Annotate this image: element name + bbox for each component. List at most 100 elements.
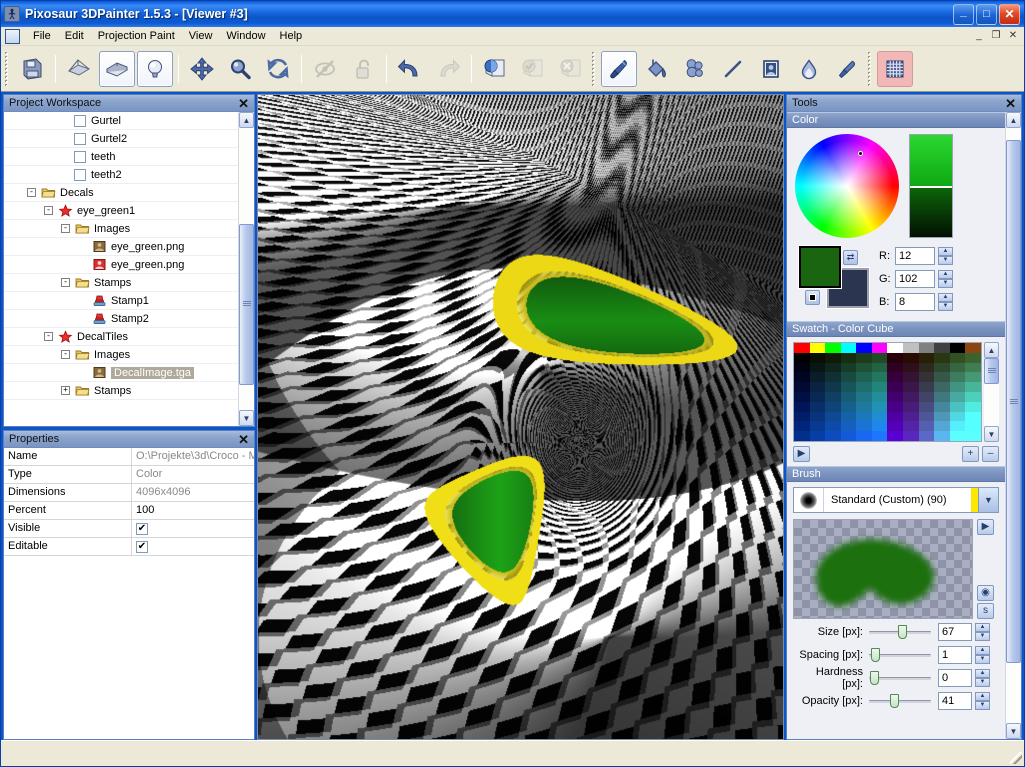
resize-grip-icon[interactable] xyxy=(1010,752,1022,764)
color-swatch-cell[interactable] xyxy=(887,363,903,373)
color-swatch-cell[interactable] xyxy=(810,372,826,382)
project-tree[interactable]: GurtelGurtel2teethteeth2-Decals-eye_gree… xyxy=(4,112,238,426)
color-swatch-cell[interactable] xyxy=(841,392,857,402)
color-swatch-cell[interactable] xyxy=(903,363,919,373)
color-swatch-cell[interactable] xyxy=(934,412,950,422)
tree-node[interactable]: +Stamps xyxy=(4,382,238,400)
color-swatch-cell[interactable] xyxy=(934,372,950,382)
color-swatch-cell[interactable] xyxy=(887,372,903,382)
tree-node[interactable]: teeth2 xyxy=(4,166,238,184)
color-swatch-cell[interactable] xyxy=(872,431,888,441)
size-stepper-up[interactable]: ▲ xyxy=(975,623,990,632)
tree-node[interactable]: -Stamps xyxy=(4,274,238,292)
color-swatch-cell[interactable] xyxy=(825,353,841,363)
color-swatch-cell[interactable] xyxy=(810,392,826,402)
menu-help[interactable]: Help xyxy=(273,28,310,44)
slider-thumb[interactable] xyxy=(870,671,879,685)
color-swatch-cell[interactable] xyxy=(903,372,919,382)
color-swatch-cell[interactable] xyxy=(872,421,888,431)
collapse-toggle-icon[interactable]: - xyxy=(61,224,70,233)
color-swatch-cell[interactable] xyxy=(950,431,966,441)
slider-thumb[interactable] xyxy=(898,625,907,639)
color-swatch-cell[interactable] xyxy=(950,353,966,363)
brush-options-icon[interactable]: ◉ xyxy=(977,585,994,601)
color-swatch-cell[interactable] xyxy=(950,412,966,422)
collapse-toggle-icon[interactable]: - xyxy=(27,188,36,197)
expand-toggle-icon[interactable]: + xyxy=(61,386,70,395)
brush-section-header[interactable]: Brush xyxy=(787,466,1005,482)
color-swatch-cell[interactable] xyxy=(887,402,903,412)
spacing-stepper[interactable]: ▲▼ xyxy=(975,646,990,664)
color-swatch-cell[interactable] xyxy=(841,431,857,441)
spacing-input[interactable]: 1 xyxy=(938,646,972,664)
color-swatch-cell[interactable] xyxy=(934,343,950,353)
color-wheel-cursor[interactable] xyxy=(858,151,863,156)
viewer-3-viewport[interactable] xyxy=(257,94,784,740)
collapse-toggle-icon[interactable]: - xyxy=(61,350,70,359)
color-swatch-cell[interactable] xyxy=(825,382,841,392)
color-swatch-cell[interactable] xyxy=(841,382,857,392)
color-swatch-cell[interactable] xyxy=(887,412,903,422)
red-input[interactable]: 12 xyxy=(895,247,935,265)
color-swatch-cell[interactable] xyxy=(872,382,888,392)
blur-tool-button[interactable] xyxy=(791,51,827,87)
color-swatch-cell[interactable] xyxy=(950,421,966,431)
tools-scrollbar[interactable]: ▲ ▼ xyxy=(1005,112,1021,739)
color-swatch-cell[interactable] xyxy=(887,343,903,353)
color-swatch-cell[interactable] xyxy=(856,353,872,363)
color-swatch-cell[interactable] xyxy=(856,431,872,441)
foreground-color-swatch[interactable] xyxy=(799,246,841,288)
new-layer-button[interactable] xyxy=(477,51,513,87)
project-tree-scrollbar[interactable]: ▲ ▼ xyxy=(238,112,254,426)
lock-button[interactable] xyxy=(345,51,381,87)
opacity-stepper-up[interactable]: ▲ xyxy=(975,692,990,701)
wireframe-view-button[interactable] xyxy=(61,51,97,87)
merge-layer-button[interactable] xyxy=(515,51,551,87)
tree-node[interactable]: -eye_green1 xyxy=(4,202,238,220)
color-swatch-cell[interactable] xyxy=(950,343,966,353)
brush-shape-preview[interactable] xyxy=(793,519,973,619)
color-swatch-cell[interactable] xyxy=(810,343,826,353)
color-wheel-container[interactable] xyxy=(795,134,899,238)
color-swatch-cell[interactable] xyxy=(841,402,857,412)
color-section-header[interactable]: Color xyxy=(787,112,1005,128)
node-checkbox[interactable] xyxy=(74,115,86,127)
spacing-stepper-down[interactable]: ▼ xyxy=(975,655,990,664)
project-workspace-close-icon[interactable]: ✕ xyxy=(236,97,251,110)
color-swatch-cell[interactable] xyxy=(965,412,981,422)
color-swatch-cell[interactable] xyxy=(934,421,950,431)
property-value[interactable]: O:\Projekte\3d\Croco - M xyxy=(132,448,254,465)
menu-file[interactable]: File xyxy=(26,28,58,44)
project-tree-scroll-track[interactable] xyxy=(239,128,254,410)
color-swatch-cell[interactable] xyxy=(919,392,935,402)
hardness-stepper[interactable]: ▲▼ xyxy=(975,669,990,687)
collapse-toggle-icon[interactable]: - xyxy=(44,332,53,341)
value-gradient-bar[interactable] xyxy=(909,134,953,238)
play-icon[interactable]: ▶ xyxy=(977,519,994,535)
spacing-stepper-up[interactable]: ▲ xyxy=(975,646,990,655)
color-swatch-cell[interactable] xyxy=(950,382,966,392)
slider-track[interactable] xyxy=(869,700,931,703)
color-swatch-cell[interactable] xyxy=(903,382,919,392)
color-swatch-cell[interactable] xyxy=(810,431,826,441)
size-slider[interactable] xyxy=(869,624,931,640)
color-swatch-cell[interactable] xyxy=(825,412,841,422)
color-swatch-cell[interactable] xyxy=(965,343,981,353)
opacity-stepper[interactable]: ▲▼ xyxy=(975,692,990,710)
color-swatch-cell[interactable] xyxy=(841,363,857,373)
color-picker-tool-button[interactable] xyxy=(829,51,865,87)
opacity-slider[interactable] xyxy=(869,693,931,709)
color-swatch-cell[interactable] xyxy=(965,363,981,373)
color-swatch-cell[interactable] xyxy=(794,353,810,363)
color-swatch-cell[interactable] xyxy=(919,343,935,353)
color-cube-scroll-track[interactable] xyxy=(984,358,999,426)
hardness-stepper-up[interactable]: ▲ xyxy=(975,669,990,678)
color-swatch-cell[interactable] xyxy=(841,421,857,431)
tree-node[interactable]: -Decals xyxy=(4,184,238,202)
color-swatch-cell[interactable] xyxy=(872,392,888,402)
color-swatch-cell[interactable] xyxy=(903,402,919,412)
chevron-up-icon[interactable]: ▲ xyxy=(239,112,254,128)
tree-node[interactable]: -Images xyxy=(4,346,238,364)
tree-node[interactable]: teeth xyxy=(4,148,238,166)
color-swatch-cell[interactable] xyxy=(919,412,935,422)
